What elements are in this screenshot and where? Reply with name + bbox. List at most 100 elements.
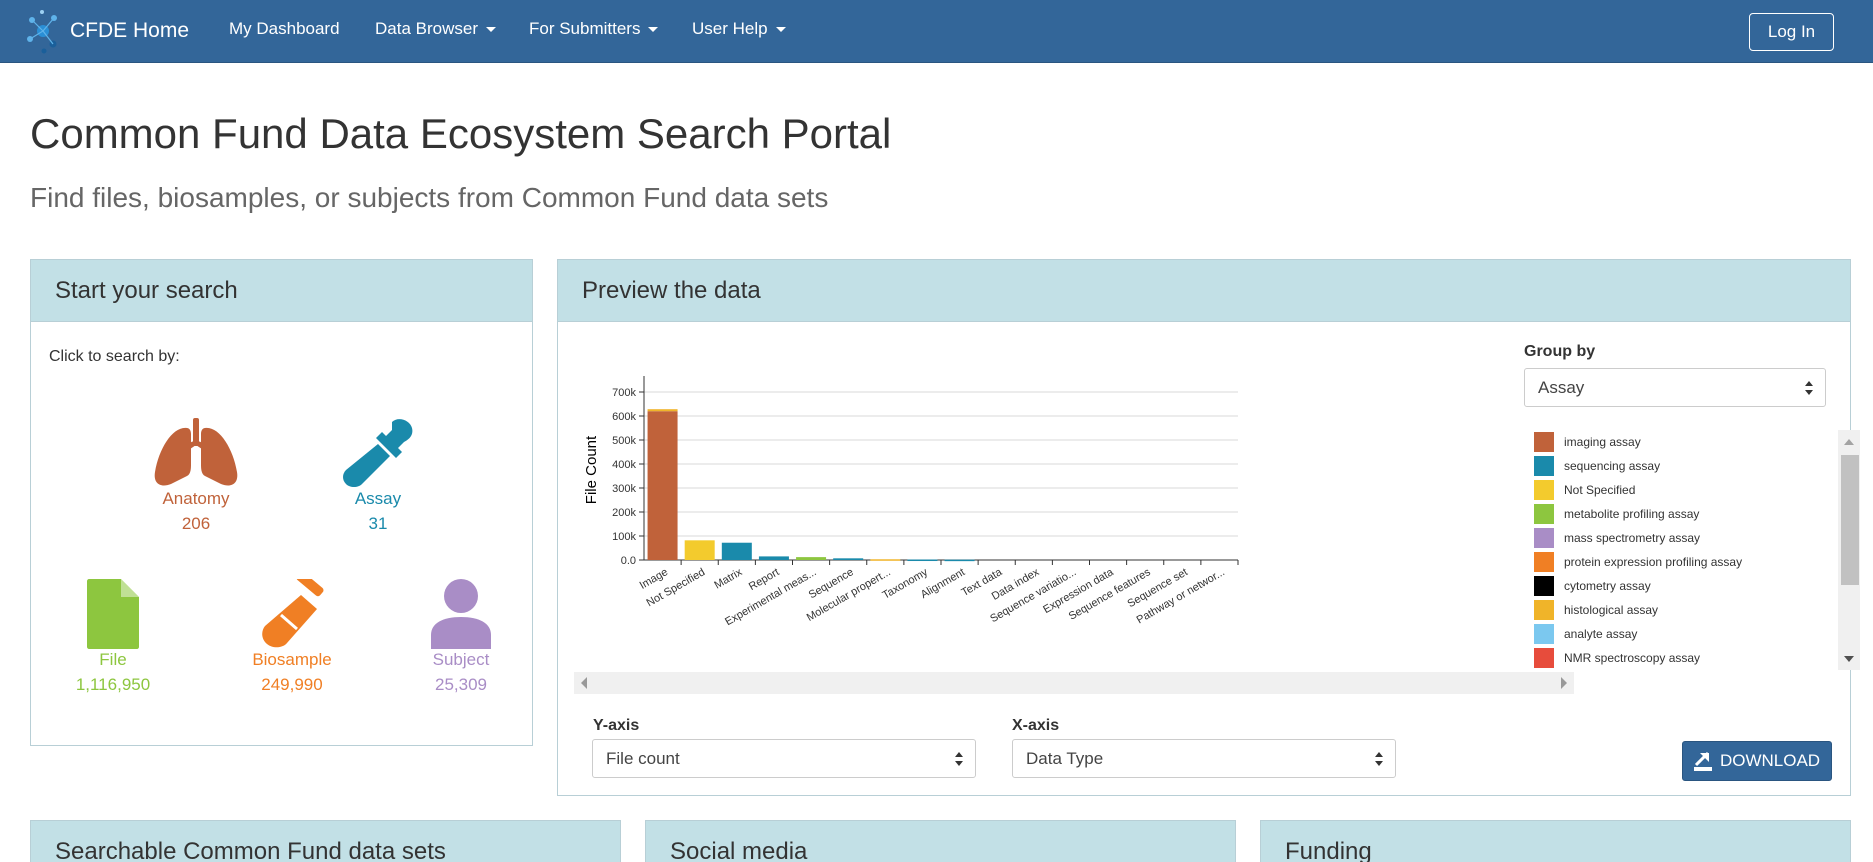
tile-count: 249,990 bbox=[261, 675, 323, 694]
bar bbox=[796, 557, 827, 560]
select-value: File count bbox=[606, 748, 680, 768]
bar bbox=[721, 542, 752, 560]
download-icon bbox=[1693, 751, 1712, 771]
panel-heading: Searchable Common Fund data sets bbox=[31, 821, 620, 862]
brand-home-link[interactable]: CFDE Home bbox=[22, 6, 189, 56]
legend-item[interactable]: metabolite profiling assay bbox=[1524, 502, 1824, 526]
download-button[interactable]: DOWNLOAD bbox=[1682, 741, 1832, 781]
caret-down-icon bbox=[485, 26, 496, 32]
search-tile-biosample[interactable]: Biosample 249,990 bbox=[217, 579, 367, 695]
search-tile-subject[interactable]: Subject 25,309 bbox=[386, 579, 536, 695]
legend-swatch bbox=[1534, 528, 1554, 548]
dropper-icon bbox=[343, 419, 413, 487]
scrollbar-thumb[interactable] bbox=[1841, 455, 1859, 585]
download-label: DOWNLOAD bbox=[1719, 751, 1821, 770]
nav-item-label: For Submitters bbox=[529, 19, 641, 38]
bar bbox=[684, 540, 715, 560]
tile-count: 31 bbox=[368, 514, 388, 533]
scroll-down-arrow-icon[interactable] bbox=[1838, 652, 1860, 666]
nav-my-dashboard[interactable]: My Dashboard bbox=[229, 19, 340, 39]
datasets-panel: Searchable Common Fund data sets bbox=[30, 820, 621, 862]
login-button[interactable]: Log In bbox=[1749, 13, 1834, 51]
legend-item[interactable]: Not Specified bbox=[1524, 478, 1824, 502]
bar bbox=[647, 411, 678, 560]
chart-horizontal-scrollbar[interactable] bbox=[574, 672, 1574, 694]
top-navbar: CFDE Home My Dashboard Data Browser For … bbox=[0, 0, 1873, 63]
search-tile-file[interactable]: File 1,116,950 bbox=[38, 579, 188, 695]
bar bbox=[758, 556, 789, 560]
lungs-icon bbox=[154, 418, 238, 486]
legend-label: cytometry assay bbox=[1564, 579, 1651, 593]
tile-label: File bbox=[99, 650, 127, 669]
legend-item[interactable]: sequencing assay bbox=[1524, 454, 1824, 478]
legend-item[interactable]: NMR spectroscopy assay bbox=[1524, 646, 1824, 670]
brand-text: CFDE Home bbox=[70, 19, 190, 42]
file-icon bbox=[87, 579, 139, 649]
panel-heading: Start your search bbox=[31, 260, 532, 322]
legend-swatch bbox=[1534, 600, 1554, 620]
bar bbox=[907, 559, 938, 562]
page-subtitle: Find files, biosamples, or subjects from… bbox=[30, 182, 829, 213]
legend-swatch bbox=[1534, 480, 1554, 500]
y-tick-label: 300k bbox=[612, 483, 636, 495]
search-tile-anatomy[interactable]: Anatomy 206 bbox=[121, 418, 271, 534]
y-axis-select[interactable]: File count bbox=[592, 739, 976, 778]
legend-scrollbar[interactable] bbox=[1838, 430, 1860, 670]
start-search-panel: Start your search Click to search by: An… bbox=[30, 259, 533, 746]
panel-heading: Social media bbox=[646, 821, 1235, 862]
x-axis-label: X-axis bbox=[1012, 717, 1060, 734]
select-value: Assay bbox=[1538, 377, 1585, 397]
bar bbox=[944, 559, 975, 562]
legend-label: analyte assay bbox=[1564, 627, 1638, 641]
y-axis-label: Y-axis bbox=[593, 717, 640, 734]
y-tick-label: 500k bbox=[612, 435, 636, 447]
legend-item[interactable]: protein expression profiling assay bbox=[1524, 550, 1824, 574]
bar bbox=[833, 558, 864, 560]
legend-item[interactable]: imaging assay bbox=[1524, 430, 1824, 454]
x-tick-label: Matrix bbox=[712, 566, 744, 592]
preview-data-panel: Preview the data 0.0 100k 200k 300k 400k 500k… bbox=[557, 259, 1860, 796]
nav-item-label: Data Browser bbox=[375, 19, 478, 38]
nav-user-help[interactable]: User Help bbox=[692, 19, 786, 39]
legend-label: protein expression profiling assay bbox=[1564, 555, 1743, 569]
group-by-select[interactable]: Assay bbox=[1524, 368, 1826, 407]
y-tick-label: 600k bbox=[612, 411, 636, 423]
legend-item[interactable]: mass spectrometry assay bbox=[1524, 526, 1824, 550]
file-count-bar-chart: 0.0 100k 200k 300k 400k 500k 600k 700k File Coun… bbox=[583, 376, 1239, 628]
y-tick-label: 0.0 bbox=[621, 555, 636, 567]
y-tick-label: 700k bbox=[612, 387, 636, 399]
legend-item[interactable]: analyte assay bbox=[1524, 622, 1824, 646]
funding-panel: Funding bbox=[1260, 820, 1851, 862]
scroll-up-arrow-icon[interactable] bbox=[1838, 435, 1860, 449]
search-tile-assay[interactable]: Assay 31 bbox=[303, 418, 453, 534]
legend-label: NMR spectroscopy assay bbox=[1564, 651, 1701, 665]
person-icon bbox=[431, 579, 491, 649]
legend-label: histological assay bbox=[1564, 603, 1659, 617]
legend-swatch bbox=[1534, 456, 1554, 476]
tile-count: 25,309 bbox=[435, 675, 487, 694]
bar-segment bbox=[647, 409, 678, 412]
search-intro-text: Click to search by: bbox=[49, 348, 180, 365]
select-arrows-icon bbox=[955, 752, 963, 766]
legend-item[interactable]: histological assay bbox=[1524, 598, 1824, 622]
test-tube-icon bbox=[262, 579, 324, 648]
legend-swatch bbox=[1534, 504, 1554, 524]
legend-item[interactable]: cytometry assay bbox=[1524, 574, 1824, 598]
legend-swatch bbox=[1534, 552, 1554, 572]
y-axis-title: File Count bbox=[583, 435, 600, 504]
caret-down-icon bbox=[648, 26, 659, 32]
legend-label: Not Specified bbox=[1564, 483, 1636, 497]
scroll-right-arrow-icon[interactable] bbox=[1561, 677, 1567, 689]
nav-data-browser[interactable]: Data Browser bbox=[375, 19, 496, 39]
scroll-left-arrow-icon[interactable] bbox=[581, 677, 587, 689]
nav-for-submitters[interactable]: For Submitters bbox=[529, 19, 659, 39]
tile-label: Subject bbox=[432, 650, 490, 669]
x-axis-select[interactable]: Data Type bbox=[1012, 739, 1396, 778]
select-arrows-icon bbox=[1375, 752, 1383, 766]
group-by-label: Group by bbox=[1524, 343, 1596, 360]
select-arrows-icon bbox=[1805, 381, 1813, 395]
nav-item-label: User Help bbox=[692, 19, 768, 38]
caret-down-icon bbox=[775, 26, 786, 32]
nav-item-label: My Dashboard bbox=[229, 19, 340, 38]
legend-label: metabolite profiling assay bbox=[1564, 507, 1700, 521]
